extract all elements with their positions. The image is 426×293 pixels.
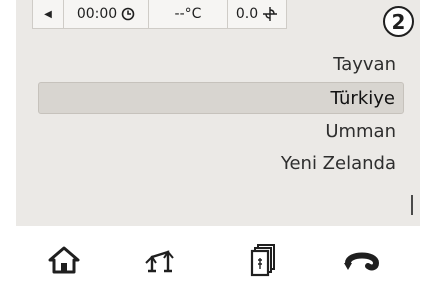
- list-item[interactable]: Umman: [325, 116, 396, 146]
- status-bar: ◀ 00:00 --°C 0.0: [32, 0, 287, 29]
- screen: ◀ 00:00 --°C 0.0 2 Tayvan Türkiye Umman …: [0, 0, 426, 293]
- list-item[interactable]: Tayvan: [333, 49, 396, 79]
- balance-scale-icon: [145, 250, 174, 273]
- fan-display: 0.0: [228, 0, 287, 29]
- page-number: 2: [391, 9, 406, 34]
- list-item[interactable]: Yeni Zelanda: [281, 148, 396, 178]
- recipes-button[interactable]: [244, 242, 284, 278]
- list-item-selected[interactable]: Türkiye: [38, 82, 404, 114]
- scale-button[interactable]: [140, 242, 180, 278]
- scrollbar[interactable]: [411, 195, 413, 215]
- list-item-label: Türkiye: [330, 87, 396, 109]
- triangle-left-icon: ◀: [44, 8, 52, 20]
- clock-icon: [121, 7, 135, 21]
- bottom-nav: [0, 226, 426, 293]
- list-item-label: Tayvan: [333, 53, 396, 75]
- back-button[interactable]: [342, 242, 382, 278]
- time-display: 00:00: [64, 0, 149, 29]
- status-back-button[interactable]: ◀: [32, 0, 64, 29]
- back-arrow-icon: [344, 252, 380, 271]
- fan-icon: [263, 7, 278, 21]
- list-item-label: Umman: [325, 120, 396, 142]
- page-number-badge: 2: [383, 6, 414, 37]
- recipe-book-icon: [250, 244, 275, 277]
- fan-value: 0.0: [235, 6, 259, 22]
- list-item-label: Yeni Zelanda: [280, 152, 396, 174]
- temperature-value: --°C: [174, 6, 202, 22]
- time-value: 00:00: [76, 6, 118, 22]
- home-button[interactable]: [44, 242, 84, 278]
- home-icon: [48, 246, 80, 274]
- temperature-display: --°C: [149, 0, 228, 29]
